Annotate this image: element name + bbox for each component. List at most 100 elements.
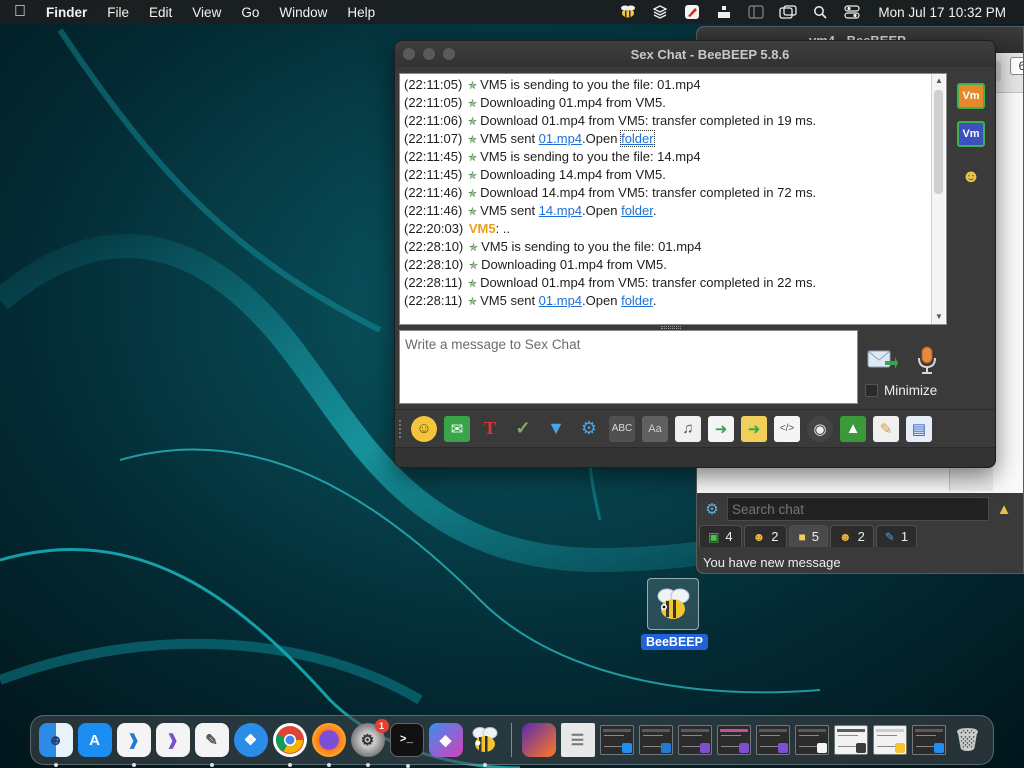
splitter-handle[interactable]: [661, 326, 681, 329]
message-input[interactable]: [399, 330, 858, 404]
send-file-button[interactable]: [867, 347, 899, 373]
message-text: VM5 sent: [480, 131, 539, 146]
menu-file[interactable]: File: [97, 5, 139, 20]
running-indicator: [131, 763, 136, 767]
menu-app-name[interactable]: Finder: [40, 5, 97, 20]
scroll-up-arrow-icon[interactable]: ▲: [932, 74, 946, 88]
menu-edit[interactable]: Edit: [139, 5, 182, 20]
message-text: VM5 sent: [480, 203, 539, 218]
minimized-window-thumbnail[interactable]: [677, 725, 712, 755]
minimized-window-thumbnail[interactable]: [755, 725, 790, 755]
minimized-window-thumbnail[interactable]: [872, 725, 907, 755]
minimized-window-thumbnail[interactable]: [638, 725, 673, 755]
export-icon[interactable]: ➜: [708, 415, 734, 442]
broom-icon[interactable]: ▲: [989, 501, 1019, 518]
textedit-dock-icon[interactable]: ✎: [194, 723, 229, 767]
chrome-dock-icon[interactable]: [272, 723, 307, 767]
color-icon[interactable]: ✓: [510, 416, 536, 442]
file-link[interactable]: 01.mp4: [539, 293, 582, 308]
gear-icon[interactable]: ⚙: [697, 500, 727, 518]
file-link[interactable]: 14.mp4: [539, 203, 582, 218]
beebeep-status-icon[interactable]: [616, 4, 640, 20]
note-icon[interactable]: ♫: [675, 415, 701, 442]
visual-studio-dock-icon[interactable]: ❱: [155, 723, 190, 757]
clock[interactable]: Mon Jul 17 10:32 PM: [868, 5, 1024, 20]
message-text: VM5 is sending to you the file: 01.mp4: [480, 77, 701, 92]
trash-dock-icon[interactable]: 🗑: [951, 723, 985, 757]
font-size-icon[interactable]: Aa: [642, 415, 668, 442]
layers-icon[interactable]: [648, 4, 672, 20]
minimized-window-thumbnail[interactable]: [833, 725, 868, 755]
filter-icon[interactable]: ▼: [543, 416, 569, 442]
folder-link[interactable]: folder: [621, 203, 653, 218]
folder-link[interactable]: folder: [621, 293, 653, 308]
save-icon[interactable]: ▤: [906, 415, 932, 442]
image-icon[interactable]: ▲: [840, 415, 866, 442]
chat-line: (22:28:10) ✯ VM5 is sending to you the fi…: [404, 238, 946, 256]
html-icon[interactable]: </>: [774, 415, 800, 442]
tab-shares[interactable]: ☻ 2: [829, 525, 874, 547]
vscode-dock-icon[interactable]: ❱: [116, 723, 151, 767]
vm-avatar-icon[interactable]: Vm: [957, 83, 985, 109]
sidebar-icon[interactable]: [744, 4, 768, 20]
voice-message-button[interactable]: [915, 345, 939, 375]
dock: ☻ A ❱ ❱ ✎ ❖ ⚙ 1 >_ ◆ ☰ 🗑: [30, 715, 994, 768]
app-store-dock-icon[interactable]: A: [77, 723, 112, 757]
minimize-window-button[interactable]: [423, 48, 435, 60]
firefox-recent-dock-icon[interactable]: [521, 723, 556, 757]
folder-icon[interactable]: ➜: [741, 415, 767, 442]
minimized-window-thumbnail[interactable]: [911, 725, 946, 755]
close-button[interactable]: 6: [1010, 57, 1023, 75]
scroll-thumb[interactable]: [934, 90, 943, 194]
menu-view[interactable]: View: [182, 5, 231, 20]
envelope-icon[interactable]: ✉: [444, 415, 470, 442]
safari-dock-icon[interactable]: ❖: [233, 723, 268, 757]
minimize-label: Minimize: [884, 383, 938, 398]
checkbox-box[interactable]: [865, 384, 878, 397]
apple-menu-icon[interactable]: : [0, 3, 40, 21]
screens-icon[interactable]: [776, 4, 800, 20]
chat-scrollbar[interactable]: ▲ ▼: [931, 74, 945, 324]
zoom-window-button[interactable]: [443, 48, 455, 60]
tab-log[interactable]: ✎ 1: [875, 525, 918, 547]
shortcuts-dock-icon[interactable]: ◆: [428, 723, 463, 757]
finder-dock-icon[interactable]: ☻: [38, 723, 73, 767]
beebeep-dock-icon[interactable]: [468, 723, 502, 767]
search-chat-input[interactable]: [727, 497, 989, 521]
beebeep-desktop-icon[interactable]: BeeBEEP: [641, 578, 708, 651]
timestamp: (22:11:46): [404, 203, 463, 218]
scroll-down-arrow-icon[interactable]: ▼: [932, 310, 946, 324]
document-dock-icon[interactable]: ☰: [560, 723, 595, 757]
font-icon[interactable]: T: [477, 416, 503, 442]
file-link[interactable]: 01.mp4: [539, 131, 582, 146]
minimized-window-thumbnail[interactable]: [599, 725, 634, 755]
minimized-window-thumbnail[interactable]: [716, 725, 751, 755]
tab-groups[interactable]: ☻ 2: [743, 525, 788, 547]
folder-link[interactable]: folder: [620, 130, 655, 147]
menu-window[interactable]: Window: [269, 5, 337, 20]
vm-avatar-icon[interactable]: Vm: [957, 121, 985, 147]
minimized-window-thumbnail[interactable]: [794, 725, 829, 755]
close-window-button[interactable]: [403, 48, 415, 60]
screenshot-icon[interactable]: ◉: [807, 415, 833, 442]
menu-go[interactable]: Go: [231, 5, 269, 20]
users-icon[interactable]: ☻: [957, 165, 985, 191]
terminal-dock-icon[interactable]: >_: [389, 723, 424, 768]
settings-icon[interactable]: ⚙: [576, 416, 602, 442]
tab-users[interactable]: ▣ 4: [699, 525, 742, 547]
emoji-icon[interactable]: ☺: [411, 415, 437, 442]
search-icon[interactable]: [808, 4, 832, 20]
minimize-checkbox[interactable]: Minimize: [865, 383, 937, 398]
tab-chats[interactable]: ■ 5: [789, 525, 828, 547]
pen-icon[interactable]: [680, 4, 704, 20]
system-settings-dock-icon[interactable]: ⚙ 1: [350, 719, 389, 767]
spellcheck-icon[interactable]: ABC: [609, 415, 635, 442]
stack-icon[interactable]: [712, 4, 736, 20]
firefox-dock-icon[interactable]: [311, 723, 346, 767]
edit-icon[interactable]: ✎: [873, 415, 899, 442]
sender-name[interactable]: VM5: [469, 221, 496, 236]
toolbar-grip[interactable]: [399, 419, 405, 438]
chat-line: (22:11:07) ✯ VM5 sent 01.mp4.Open folder: [404, 130, 946, 148]
menu-help[interactable]: Help: [337, 5, 385, 20]
control-center-icon[interactable]: [840, 4, 864, 20]
